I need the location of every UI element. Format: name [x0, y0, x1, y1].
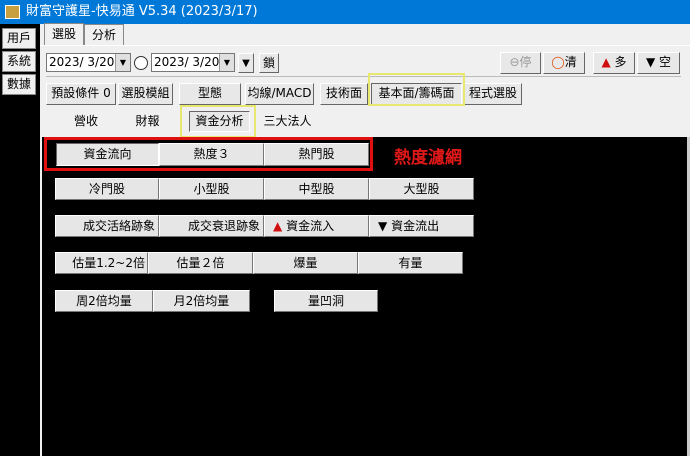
highlight-box-red: [44, 137, 373, 171]
has-volume-button[interactable]: 有量: [358, 252, 463, 274]
left-menu: 用戶 系統 數據: [0, 24, 40, 456]
volume-2x-button[interactable]: 估量２倍: [148, 252, 253, 274]
long-label: 多: [614, 55, 627, 69]
tab-analysis[interactable]: 分析: [84, 24, 124, 45]
tab-stock-select[interactable]: 選股: [44, 23, 84, 46]
stop-label: 停: [519, 55, 532, 69]
triangle-down-icon: ▼: [645, 55, 656, 69]
stop-button[interactable]: ⊖停: [500, 52, 541, 74]
category-technical[interactable]: 技術面: [320, 83, 368, 105]
category-preset[interactable]: 預設條件 0: [46, 83, 116, 105]
cold-stocks-button[interactable]: 冷門股: [55, 178, 159, 200]
clear-label: 清: [564, 55, 577, 69]
stop-icon: ⊖: [509, 55, 520, 69]
small-cap-button[interactable]: 小型股: [159, 178, 264, 200]
capital-outflow-button[interactable]: ▼ 資金流出: [369, 215, 474, 237]
declining-trading-button[interactable]: 成交衰退跡象: [159, 215, 264, 237]
date-from-value: 2023/ 3/20: [49, 55, 115, 69]
category-program[interactable]: 程式選股: [464, 83, 522, 105]
highlight-box: [368, 73, 465, 106]
category-ma-macd[interactable]: 均線/MACD: [245, 83, 314, 105]
category-module[interactable]: 選股模組: [118, 83, 173, 105]
highlight-box: [180, 105, 256, 138]
clear-button[interactable]: ◯清: [543, 52, 585, 74]
date-to-combo[interactable]: 2023/ 3/20 ▼: [151, 53, 235, 72]
volume-1-2x-button[interactable]: 估量1.2~2倍: [55, 252, 148, 274]
capital-outflow-label: 資金流出: [391, 219, 440, 233]
menu-data[interactable]: 數據: [2, 74, 36, 95]
date-from-combo[interactable]: 2023/ 3/20 ▼: [46, 53, 131, 72]
subtab-financial[interactable]: 財報: [115, 111, 180, 131]
capital-inflow-button[interactable]: ▲ 資金流入: [264, 215, 369, 237]
surge-volume-button[interactable]: 爆量: [253, 252, 358, 274]
subtab-revenue[interactable]: 營收: [60, 111, 112, 131]
chevron-down-icon[interactable]: ▼: [219, 54, 234, 71]
short-label: 空: [659, 55, 672, 69]
triangle-up-icon: ▲: [273, 219, 283, 233]
volume-dip-button[interactable]: 量凹洞: [274, 290, 378, 312]
long-button[interactable]: ▲ 多: [593, 52, 635, 74]
window-title: 財富守護星-快易通 V5.34 (2023/3/17): [26, 4, 258, 19]
weekly-2x-avg-button[interactable]: 周2倍均量: [55, 290, 153, 312]
triangle-up-icon: ▲: [601, 55, 611, 69]
dropdown-button[interactable]: ▼: [238, 53, 254, 73]
chevron-down-icon[interactable]: ▼: [115, 54, 130, 71]
date-to-value: 2023/ 3/20: [154, 55, 220, 69]
lock-button[interactable]: 鎖: [259, 53, 279, 73]
subtab-institutional[interactable]: 三大法人: [255, 111, 320, 131]
range-radio[interactable]: [134, 56, 148, 70]
short-button[interactable]: ▼ 空: [637, 52, 680, 74]
app-icon: [5, 5, 20, 19]
capital-inflow-label: 資金流入: [286, 219, 335, 233]
monthly-2x-avg-button[interactable]: 月2倍均量: [153, 290, 250, 312]
menu-system[interactable]: 系統: [2, 51, 36, 72]
triangle-down-icon: ▼: [378, 219, 388, 233]
clear-icon: ◯: [551, 55, 565, 69]
active-trading-button[interactable]: 成交活絡跡象: [55, 215, 159, 237]
mid-cap-button[interactable]: 中型股: [264, 178, 369, 200]
menu-user[interactable]: 用戶: [2, 28, 36, 49]
category-pattern[interactable]: 型態: [179, 83, 241, 105]
title-bar: 財富守護星-快易通 V5.34 (2023/3/17): [0, 0, 690, 24]
large-cap-button[interactable]: 大型股: [369, 178, 474, 200]
heat-filter-label: 熱度濾網: [394, 148, 462, 168]
